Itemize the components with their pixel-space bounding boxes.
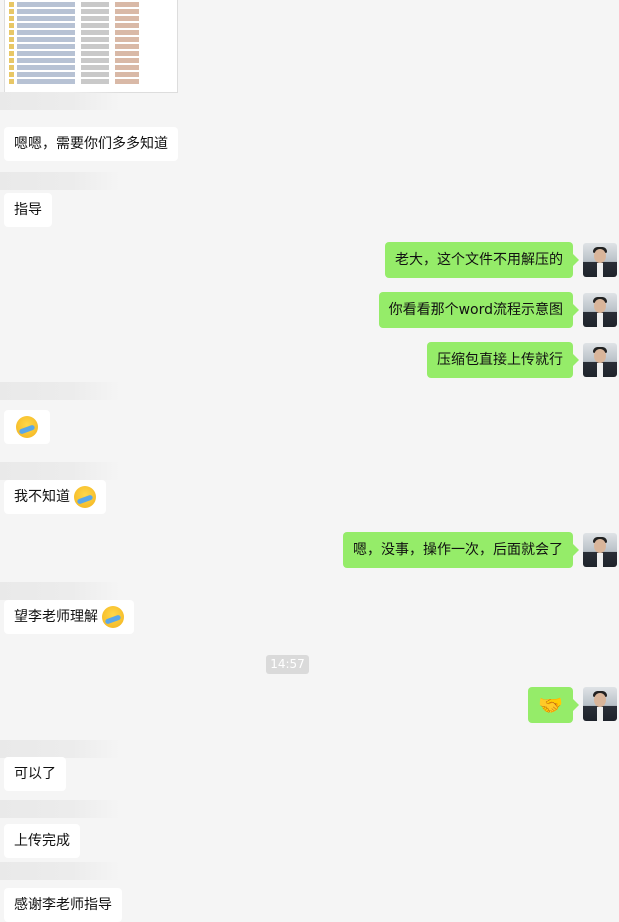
message-outgoing[interactable]: 压缩包直接上传就行 xyxy=(427,342,579,378)
message-incoming[interactable]: 嗯嗯，需要你们多多知道 xyxy=(4,127,178,161)
handshake-emoji-icon: 🤝 xyxy=(538,693,563,717)
sender-name-blurred xyxy=(0,582,120,600)
user-avatar[interactable] xyxy=(583,533,617,567)
message-text: 老大，这个文件不用解压的 xyxy=(395,252,563,268)
message-text: 你看看那个word流程示意图 xyxy=(388,302,563,318)
sender-name-blurred xyxy=(0,382,120,400)
sender-name-blurred xyxy=(0,740,120,758)
timestamp-divider: 14:57 xyxy=(266,655,309,674)
message-incoming[interactable]: 指导 xyxy=(4,193,52,227)
facepalm-emoji-icon xyxy=(74,486,97,508)
message-outgoing[interactable]: 🤝 xyxy=(528,687,579,723)
message-outgoing[interactable]: 嗯，没事，操作一次，后面就会了 xyxy=(343,532,579,568)
user-avatar[interactable] xyxy=(583,293,617,327)
message-text: 我不知道 xyxy=(14,489,70,505)
message-text: 嗯，没事，操作一次，后面就会了 xyxy=(353,542,563,558)
sender-name-blurred xyxy=(0,172,120,190)
sender-name-blurred xyxy=(0,862,120,880)
message-text: 指导 xyxy=(14,202,42,218)
message-outgoing[interactable]: 老大，这个文件不用解压的 xyxy=(385,242,579,278)
user-avatar[interactable] xyxy=(583,687,617,721)
message-text: 压缩包直接上传就行 xyxy=(437,352,563,368)
message-text: 望李老师理解 xyxy=(14,609,98,625)
message-incoming[interactable]: 上传完成 xyxy=(4,824,80,858)
facepalm-emoji-icon xyxy=(102,606,125,628)
message-incoming[interactable] xyxy=(4,410,50,444)
sender-name-blurred xyxy=(0,92,120,110)
message-text: 感谢李老师指导 xyxy=(14,897,112,913)
message-incoming[interactable]: 我不知道 xyxy=(4,480,107,514)
sender-name-blurred xyxy=(0,800,120,818)
shared-screenshot-thumbnail[interactable] xyxy=(4,0,178,93)
sender-name-blurred xyxy=(0,462,120,480)
message-outgoing[interactable]: 你看看那个word流程示意图 xyxy=(378,292,580,328)
user-avatar[interactable] xyxy=(583,243,617,277)
message-incoming[interactable]: 感谢李老师指导 xyxy=(4,888,122,922)
message-text: 上传完成 xyxy=(14,833,70,849)
message-incoming[interactable]: 可以了 xyxy=(4,757,66,791)
message-text: 嗯嗯，需要你们多多知道 xyxy=(14,136,168,152)
message-text: 可以了 xyxy=(14,766,56,782)
message-incoming[interactable]: 望李老师理解 xyxy=(4,600,135,634)
facepalm-emoji-icon xyxy=(16,416,38,438)
user-avatar[interactable] xyxy=(583,343,617,377)
